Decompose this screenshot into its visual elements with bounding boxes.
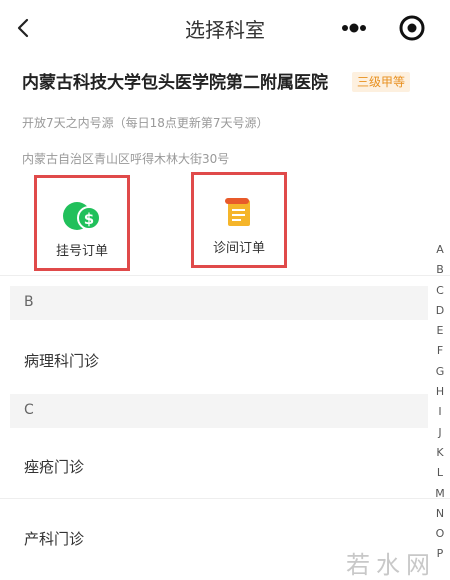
group-letter: B (24, 294, 34, 310)
index-letter[interactable]: G (430, 362, 450, 382)
index-letter[interactable]: L (430, 463, 450, 483)
green-coin-dollar-icon: $ (62, 198, 102, 238)
index-letter[interactable]: H (430, 382, 450, 402)
hospital-level-badge: 三级甲等 (352, 72, 411, 92)
department-name: 产科门诊 (24, 530, 85, 548)
svg-text:$: $ (84, 210, 94, 228)
index-letter[interactable]: J (430, 423, 450, 443)
close-target-icon[interactable] (388, 11, 436, 45)
department-row[interactable]: 病理科门诊 (0, 330, 428, 390)
index-letter[interactable]: N (430, 504, 450, 524)
group-letter: C (24, 402, 34, 418)
group-header-c: C (10, 394, 428, 428)
watermark: 若水网 (346, 551, 436, 579)
index-letter[interactable]: O (430, 524, 450, 544)
clinic-order-entry[interactable]: 诊间订单 (191, 172, 287, 268)
clinic-order-label: 诊间订单 (212, 241, 265, 256)
registration-order-entry[interactable]: $ 挂号订单 (34, 175, 130, 271)
department-row[interactable]: 痤疮门诊 (0, 436, 428, 496)
hospital-name: 内蒙古科技大学包头医学院第二附属医院 (22, 73, 328, 93)
alphabet-index-bar[interactable]: A B C D E F G H I J K L M N O P (430, 240, 450, 565)
department-name: 痤疮门诊 (24, 458, 85, 476)
department-name: 病理科门诊 (24, 352, 100, 370)
index-letter[interactable]: D (430, 301, 450, 321)
divider (0, 498, 450, 499)
more-dots-icon[interactable] (326, 11, 382, 45)
index-letter[interactable]: A (430, 240, 450, 260)
index-letter[interactable]: K (430, 443, 450, 463)
index-letter[interactable]: I (430, 402, 450, 422)
index-letter[interactable]: E (430, 321, 450, 341)
mini-program-capsule (326, 11, 438, 45)
index-letter[interactable]: B (430, 260, 450, 280)
navigation-bar: 选择科室 (0, 0, 450, 56)
index-letter[interactable]: F (430, 341, 450, 361)
booking-rule-text: 开放7天之内号源（每日18点更新第7天号源） (22, 116, 269, 130)
orange-scroll-icon (221, 195, 257, 235)
group-header-b: B (10, 286, 428, 320)
index-letter[interactable]: M (430, 484, 450, 504)
index-letter[interactable]: C (430, 281, 450, 301)
hospital-address: 内蒙古自治区青山区呼得木林大街30号 (22, 152, 230, 166)
divider (0, 275, 450, 276)
registration-order-label: 挂号订单 (55, 244, 108, 259)
